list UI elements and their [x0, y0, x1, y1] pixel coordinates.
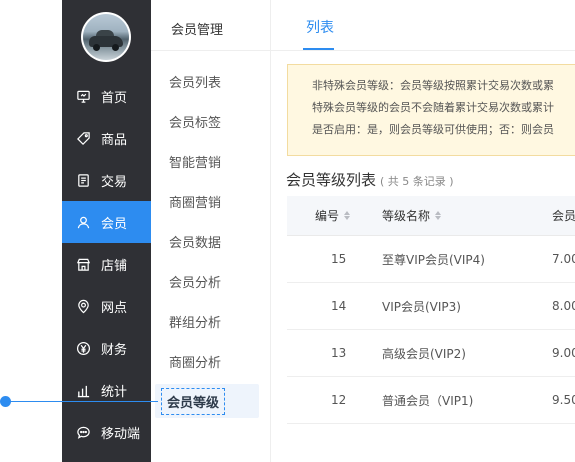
submenu-item-smart-marketing[interactable]: 智能营销	[151, 141, 271, 181]
user-icon	[75, 214, 91, 230]
sidebar-item-label: 移动端	[101, 426, 141, 442]
tab-list[interactable]: 列表	[306, 17, 334, 37]
avatar-image	[83, 14, 129, 60]
sidebar-item-label: 交易	[101, 174, 128, 190]
sidebar-item-label: 首页	[101, 90, 128, 106]
column-header-id[interactable]: 编号	[287, 207, 382, 224]
sidebar-item-goods[interactable]: 商品	[62, 117, 151, 159]
column-header-label: 会员	[552, 209, 575, 223]
column-header-member[interactable]: 会员	[552, 207, 575, 224]
sidebar-item-label: 财务	[101, 342, 128, 358]
cell-value: 9.50	[552, 393, 575, 407]
tag-icon	[75, 130, 91, 146]
location-icon	[75, 298, 91, 314]
main-content: 列表 非特殊会员等级：会员等级按照累计交易次数或累 特殊会员等级的会员不会随着累…	[271, 0, 575, 462]
yuan-icon	[75, 340, 91, 356]
sidebar-item-label: 商品	[101, 132, 128, 148]
tab-active-indicator	[303, 48, 334, 50]
column-header-label: 等级名称	[382, 209, 431, 223]
table-row[interactable]: 14 VIP会员(VIP3) 8.00	[287, 283, 575, 330]
sidebar-item-mobile[interactable]: 移动端	[62, 411, 151, 453]
sidebar-item-label: 统计	[101, 384, 128, 400]
submenu-item-label: 会员等级	[161, 387, 226, 415]
monitor-icon	[75, 88, 91, 104]
avatar[interactable]	[81, 12, 131, 62]
document-icon	[75, 172, 91, 188]
cell-value: 9.00	[552, 346, 575, 360]
submenu-item-group-analysis[interactable]: 群组分析	[151, 301, 271, 341]
submenu-item-member-list[interactable]: 会员列表	[151, 61, 271, 101]
table-row[interactable]: 15 至尊VIP会员(VIP4) 7.00	[287, 236, 575, 283]
cell-id: 12	[331, 393, 347, 407]
submenu-item-member-data[interactable]: 会员数据	[151, 221, 271, 261]
submenu-item-member-analysis[interactable]: 会员分析	[151, 261, 271, 301]
submenu-item-district-analysis[interactable]: 商圈分析	[151, 341, 271, 381]
member-level-table: 编号 等级名称 会员 15 至尊VIP会员(VIP4) 7.00 14 VIP会…	[287, 196, 575, 424]
sort-icon[interactable]	[344, 211, 351, 220]
submenu-item-district-marketing[interactable]: 商圈营销	[151, 181, 271, 221]
column-header-level-name[interactable]: 等级名称	[382, 207, 552, 224]
cell-id: 13	[331, 346, 347, 360]
cell-value: 8.00	[552, 299, 575, 313]
record-count: ( 共 5 条记录 )	[380, 175, 454, 188]
annotation-line	[10, 401, 158, 402]
sidebar-item-home[interactable]: 首页	[62, 75, 151, 117]
list-title-text: 会员等级列表	[286, 171, 377, 189]
main-nav: 首页 商品 交易 会员 店铺 网点 财务 统计 移动端	[62, 75, 151, 453]
cell-level-name: 至尊VIP会员(VIP4)	[382, 252, 485, 267]
notice-line: 非特殊会员等级：会员等级按照累计交易次数或累	[312, 79, 554, 92]
store-icon	[75, 256, 91, 272]
table-row[interactable]: 12 普通会员（VIP1) 9.50	[287, 377, 575, 424]
chat-icon	[75, 424, 91, 440]
column-header-label: 编号	[315, 209, 340, 223]
sidebar-item-trade[interactable]: 交易	[62, 159, 151, 201]
member-submenu: 会员管理 会员列表 会员标签 智能营销 商圈营销 会员数据 会员分析 群组分析 …	[151, 0, 271, 462]
sidebar-item-stats[interactable]: 统计	[62, 369, 151, 411]
list-title: 会员等级列表( 共 5 条记录 )	[286, 169, 454, 190]
annotation-dot	[0, 396, 11, 407]
bar-chart-icon	[75, 382, 91, 398]
sidebar-item-finance[interactable]: 财务	[62, 327, 151, 369]
submenu-item-member-level[interactable]: 会员等级	[155, 384, 259, 418]
notice-line: 是否启用：是，则会员等级可供使用；否：则会员	[312, 123, 554, 136]
sidebar-item-label: 网点	[101, 300, 128, 316]
cell-level-name: VIP会员(VIP3)	[382, 299, 461, 314]
divider	[151, 50, 271, 51]
tab-bar: 列表	[271, 0, 575, 51]
notice-line: 特殊会员等级的会员不会随着累计交易次数或累计	[312, 101, 554, 114]
cell-id: 15	[331, 252, 347, 266]
submenu-item-member-tags[interactable]: 会员标签	[151, 101, 271, 141]
table-row[interactable]: 13 高级会员(VIP2) 9.00	[287, 330, 575, 377]
cell-id: 14	[331, 299, 347, 313]
sidebar-item-label: 店铺	[101, 258, 128, 274]
main-sidebar: 首页 商品 交易 会员 店铺 网点 财务 统计 移动端	[62, 0, 151, 462]
sort-icon[interactable]	[435, 211, 442, 220]
sidebar-item-member[interactable]: 会员	[62, 201, 151, 243]
left-margin	[0, 0, 62, 462]
cell-level-name: 普通会员（VIP1)	[382, 393, 474, 408]
cell-value: 7.00	[552, 252, 575, 266]
sidebar-item-store[interactable]: 店铺	[62, 243, 151, 285]
notice-box: 非特殊会员等级：会员等级按照累计交易次数或累 特殊会员等级的会员不会随着累计交易…	[287, 64, 575, 156]
cell-level-name: 高级会员(VIP2)	[382, 346, 466, 361]
sidebar-item-outlet[interactable]: 网点	[62, 285, 151, 327]
table-header: 编号 等级名称 会员	[287, 196, 575, 236]
sidebar-item-label: 会员	[101, 216, 128, 232]
submenu-title: 会员管理	[171, 23, 224, 38]
